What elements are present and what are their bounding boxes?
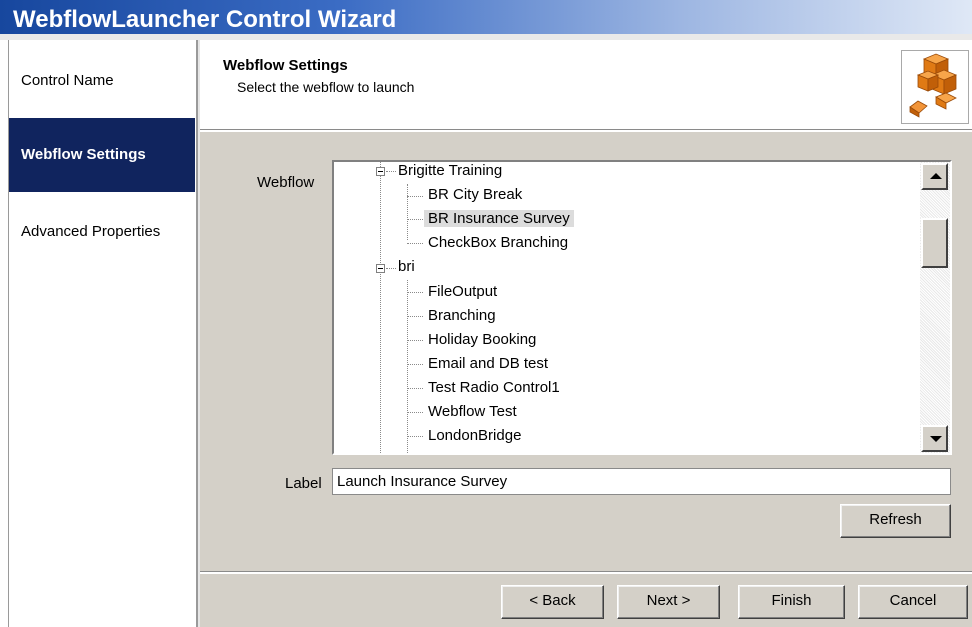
scroll-thumb[interactable] [921, 218, 948, 268]
settings-panel: Webflow Brigitte Training BR City Break … [200, 132, 972, 627]
next-button[interactable]: Next > [617, 585, 720, 619]
footer-divider [200, 571, 972, 574]
tree-line [407, 412, 423, 413]
tree-line [407, 364, 423, 365]
step-label: Control Name [21, 72, 114, 89]
cancel-button[interactable]: Cancel [858, 585, 968, 619]
step-label: Webflow Settings [21, 146, 146, 163]
back-button[interactable]: < Back [501, 585, 604, 619]
tree-line [386, 171, 396, 172]
tree-item[interactable]: LondonBridge [428, 427, 521, 444]
tree-line [407, 280, 408, 453]
step-webflow-settings[interactable]: Webflow Settings [9, 118, 195, 192]
step-advanced-properties[interactable]: Advanced Properties [9, 192, 195, 252]
window-title: WebflowLauncher Control Wizard [13, 6, 397, 33]
tree-line [407, 196, 423, 197]
tree-line [407, 340, 423, 341]
tree-line [407, 219, 423, 220]
page-subtitle: Select the webflow to launch [237, 79, 415, 95]
tree-item[interactable]: Email and DB test [428, 355, 548, 372]
tree-item[interactable]: Branching [428, 307, 496, 324]
orange-cubes-icon [901, 50, 969, 124]
tree-group-node[interactable]: bri [398, 258, 415, 275]
page-header: Webflow Settings Select the webflow to l… [201, 40, 972, 129]
tree-line [407, 243, 423, 244]
webflow-label: Webflow [257, 174, 315, 191]
tree-line [407, 184, 408, 240]
scroll-up-button[interactable] [921, 163, 948, 190]
tree-line [380, 162, 381, 453]
label-field-label: Label [285, 475, 322, 492]
tree-item[interactable]: Webflow Test [428, 403, 517, 420]
arrow-down-icon [930, 436, 942, 442]
tree-group-node[interactable]: Brigitte Training [398, 162, 502, 179]
tree-line [407, 292, 423, 293]
collapse-icon[interactable] [376, 167, 385, 176]
tree-item[interactable]: Test Radio Control1 [428, 379, 560, 396]
refresh-button[interactable]: Refresh [840, 504, 951, 538]
arrow-up-icon [930, 173, 942, 179]
finish-button[interactable]: Finish [738, 585, 845, 619]
tree-item[interactable]: BR City Break [428, 186, 522, 203]
tree-line [407, 388, 423, 389]
tree-line [407, 436, 423, 437]
webflow-tree[interactable]: Brigitte Training BR City Break BR Insur… [332, 160, 952, 455]
collapse-icon[interactable] [376, 264, 385, 273]
scroll-down-button[interactable] [921, 425, 948, 452]
title-bar: WebflowLauncher Control Wizard [0, 0, 972, 40]
tree-item[interactable]: Holiday Booking [428, 331, 536, 348]
step-control-name[interactable]: Control Name [9, 40, 195, 118]
tree-item-selected[interactable]: BR Insurance Survey [424, 210, 574, 227]
page-title: Webflow Settings [223, 57, 348, 74]
tree-scrollbar[interactable] [920, 162, 950, 453]
tree-item[interactable]: FileOutput [428, 283, 497, 300]
wizard-steps-pane: Control Name Webflow Settings Advanced P… [8, 40, 195, 627]
tree-line [407, 316, 423, 317]
tree-item[interactable]: CheckBox Branching [428, 234, 568, 251]
step-label: Advanced Properties [21, 223, 161, 240]
label-input[interactable] [332, 468, 951, 495]
tree-line [386, 268, 396, 269]
